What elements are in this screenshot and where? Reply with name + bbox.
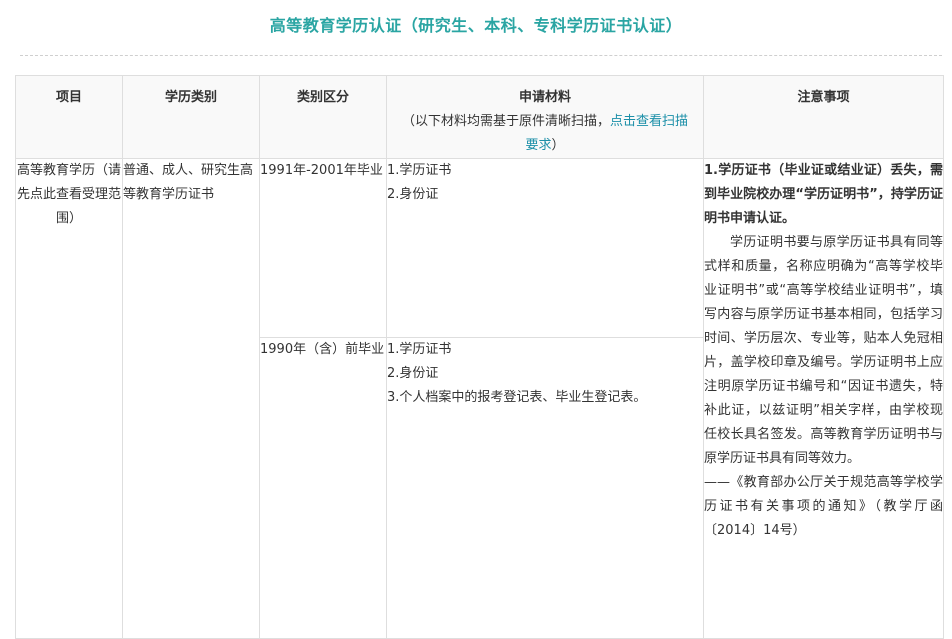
category-cell: 普通、成人、研究生高等教育学历证书 [122,158,260,639]
header-materials: 申请材料 （以下材料均需基于原件清晰扫描，点击查看扫描要求） [386,75,704,159]
header-materials-note: （以下材料均需基于原件清晰扫描，点击查看扫描要求） [387,110,703,158]
header-division: 类别区分 [259,75,387,159]
header-category: 学历类别 [122,75,260,159]
notice-heading: 1.学历证书（毕业证或结业证）丢失，需到毕业院校办理“学历证明书”，持学历证明书… [704,163,943,226]
header-materials-label: 申请材料 [518,90,571,105]
division-cell: 1991年-2001年毕业 [259,158,387,338]
notice-source: ——《教育部办公厅关于规范高等学校学历证书有关事项的通知》（教学厅函〔2014〕… [704,475,943,538]
list-item: 1.学历证书 [387,342,452,357]
list-item: 1.学历证书 [387,163,452,178]
materials-cell: 1.学历证书 2.身份证 [386,158,704,338]
list-item: 3.个人档案中的报考登记表、毕业生登记表。 [387,390,647,405]
table-header-row: 项目 学历类别 类别区分 申请材料 （以下材料均需基于原件清晰扫描，点击查看扫描… [15,75,944,159]
list-item: 2.身份证 [387,187,439,202]
materials-note-prefix: （以下材料均需基于原件清晰扫描， [401,114,610,129]
acceptance-scope-link[interactable]: 高等教育学历（请先点此查看受理范围） [17,163,121,226]
table-row: 高等教育学历（请先点此查看受理范围） 普通、成人、研究生高等教育学历证书 199… [15,158,944,639]
materials-cell: 1.学历证书 2.身份证 3.个人档案中的报考登记表、毕业生登记表。 [386,337,704,639]
page-title: 高等教育学历认证（研究生、本科、专科学历证书认证） [269,16,683,35]
list-item: 2.身份证 [387,366,439,381]
item-cell: 高等教育学历（请先点此查看受理范围） [15,158,123,639]
header-item: 项目 [15,75,123,159]
materials-note-suffix: ） [551,138,565,153]
notice-cell: 1.学历证书（毕业证或结业证）丢失，需到毕业院校办理“学历证明书”，持学历证明书… [703,158,944,639]
header-notes: 注意事项 [703,75,944,159]
certification-table: 项目 学历类别 类别区分 申请材料 （以下材料均需基于原件清晰扫描，点击查看扫描… [15,75,944,639]
dashed-divider [20,55,942,56]
division-cell: 1990年（含）前毕业 [259,337,387,639]
notice-body: 学历证明书要与原学历证书具有同等式样和质量，名称应明确为“高等学校毕业证明书”或… [704,235,943,466]
